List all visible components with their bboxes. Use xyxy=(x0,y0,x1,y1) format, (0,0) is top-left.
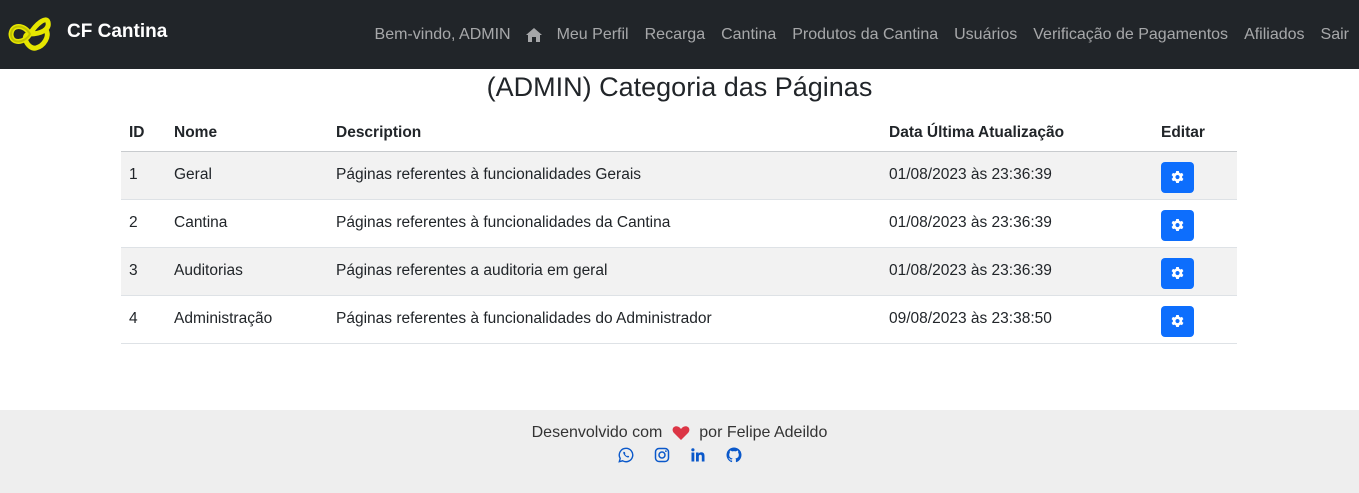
edit-button[interactable] xyxy=(1161,305,1194,337)
cell-description: Páginas referentes à funcionalidades do … xyxy=(328,295,881,344)
cell-editar xyxy=(1153,295,1237,344)
cell-description: Páginas referentes à funcionalidades da … xyxy=(328,199,881,248)
gear-icon xyxy=(1171,314,1184,327)
table-header-row: ID Nome Description Data Última Atualiza… xyxy=(121,115,1237,152)
cell-nome: Geral xyxy=(166,151,328,200)
cell-nome: Auditorias xyxy=(166,247,328,296)
cell-data: 01/08/2023 às 23:36:39 xyxy=(881,199,1153,248)
page-title: (ADMIN) Categoria das Páginas xyxy=(486,72,873,102)
header-editar: Editar xyxy=(1153,115,1237,152)
nav-item-verificacao-de-pagamentos[interactable]: Verificação de Pagamentos xyxy=(1025,24,1236,46)
github-icon xyxy=(726,447,741,463)
whatsapp-icon xyxy=(617,447,633,463)
instagram-icon xyxy=(654,447,669,463)
nav-item-home[interactable] xyxy=(519,27,549,43)
linkedin-icon xyxy=(690,448,704,462)
table-body: 1 Geral Páginas referentes à funcionalid… xyxy=(121,151,1237,344)
footer-credit: Desenvolvido com por Felipe Adeildo xyxy=(0,424,1359,442)
cell-description: Páginas referentes à funcionalidades Ger… xyxy=(328,151,881,200)
edit-button[interactable] xyxy=(1161,257,1194,289)
edit-button[interactable] xyxy=(1161,161,1194,193)
gear-icon xyxy=(1171,218,1184,231)
nav-item-afiliados[interactable]: Afiliados xyxy=(1236,24,1312,46)
cell-data: 09/08/2023 às 23:38:50 xyxy=(881,295,1153,344)
header-nome: Nome xyxy=(166,115,328,152)
cell-editar xyxy=(1153,151,1237,200)
cell-data: 01/08/2023 às 23:36:39 xyxy=(881,247,1153,296)
cell-description: Páginas referentes a auditoria em geral xyxy=(328,247,881,296)
cell-editar xyxy=(1153,247,1237,296)
nav-item-welcome[interactable]: Bem-vindo, ADMIN xyxy=(367,24,519,46)
cell-id: 4 xyxy=(121,295,166,344)
table-row: 4 Administração Páginas referentes à fun… xyxy=(121,295,1237,344)
cell-id: 2 xyxy=(121,199,166,248)
cell-nome: Administração xyxy=(166,295,328,344)
linkedin-link[interactable] xyxy=(690,447,706,463)
nav-item-cantina[interactable]: Cantina xyxy=(713,24,784,46)
nav-item-recarga[interactable]: Recarga xyxy=(637,24,713,46)
nav-menu: Bem-vindo, ADMIN Meu Perfil Recarga Cant… xyxy=(367,24,1359,46)
home-icon xyxy=(525,28,542,42)
heart-icon xyxy=(672,426,690,440)
nav-item-produtos-da-cantina[interactable]: Produtos da Cantina xyxy=(784,24,946,46)
nav-item-sair[interactable]: Sair xyxy=(1313,24,1359,46)
footer-text-after: por Felipe Adeildo xyxy=(699,424,828,441)
cell-data: 01/08/2023 às 23:36:39 xyxy=(881,151,1153,200)
whatsapp-link[interactable] xyxy=(617,447,634,463)
cell-id: 3 xyxy=(121,247,166,296)
cell-nome: Cantina xyxy=(166,199,328,248)
instagram-link[interactable] xyxy=(654,447,670,463)
footer-text-before: Desenvolvido com xyxy=(531,424,663,441)
table-row: 3 Auditorias Páginas referentes a audito… xyxy=(121,247,1237,296)
cell-id: 1 xyxy=(121,151,166,200)
social-links xyxy=(0,447,1359,463)
github-link[interactable] xyxy=(726,447,742,463)
table-row: 2 Cantina Páginas referentes à funcional… xyxy=(121,199,1237,248)
categories-table: ID Nome Description Data Última Atualiza… xyxy=(121,115,1237,344)
top-navbar: CF Cantina Bem-vindo, ADMIN Meu Perfil R… xyxy=(0,0,1359,69)
cell-editar xyxy=(1153,199,1237,248)
gear-icon xyxy=(1171,170,1184,183)
table-row: 1 Geral Páginas referentes à funcionalid… xyxy=(121,151,1237,200)
brand-name: CF Cantina xyxy=(67,21,168,42)
footer: Desenvolvido com por Felipe Adeildo xyxy=(0,410,1359,493)
header-id: ID xyxy=(121,115,166,152)
edit-button[interactable] xyxy=(1161,209,1194,241)
table-header: ID Nome Description Data Última Atualiza… xyxy=(121,115,1237,152)
header-description: Description xyxy=(328,115,881,152)
nav-item-usuarios[interactable]: Usuários xyxy=(946,24,1025,46)
header-data-ultima-atualizacao: Data Última Atualização xyxy=(881,115,1153,152)
gear-icon xyxy=(1171,266,1184,279)
infinity-logo-icon xyxy=(8,17,51,51)
brand-link[interactable]: CF Cantina xyxy=(6,12,167,56)
nav-item-meu-perfil[interactable]: Meu Perfil xyxy=(549,24,637,46)
